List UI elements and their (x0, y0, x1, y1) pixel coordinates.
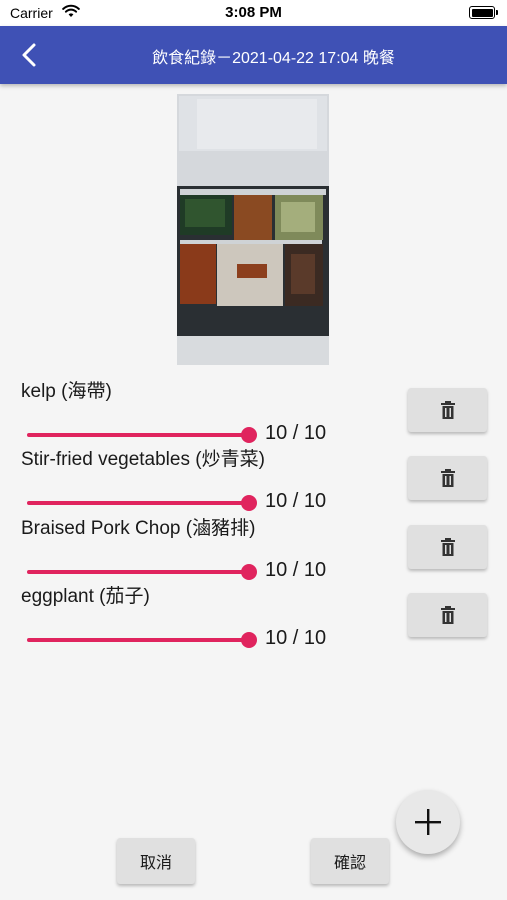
slider-thumb[interactable] (241, 632, 257, 648)
rating-score: 10 / 10 (265, 490, 327, 512)
delete-button[interactable] (408, 525, 487, 569)
slider-track (27, 638, 249, 642)
trash-icon (440, 538, 455, 556)
food-item-braised-pork-chop: Braised Pork Chop (滷豬排) 10 / 10 (0, 513, 507, 581)
page-title: 飲食紀錄－2021-04-22 17:04 晚餐 (152, 50, 395, 67)
cancel-button[interactable]: 取消 (117, 838, 195, 884)
status-time: 3:08 PM (225, 4, 282, 21)
food-name: Stir-fried vegetables (炒青菜) (21, 449, 265, 470)
rating-score: 10 / 10 (265, 422, 327, 444)
trash-icon (440, 606, 455, 624)
battery-icon (469, 6, 498, 19)
delete-button[interactable] (408, 456, 487, 500)
food-name: Braised Pork Chop (滷豬排) (21, 518, 256, 539)
food-item-stir-fried-vegetables: Stir-fried vegetables (炒青菜) 10 / 10 (0, 444, 507, 512)
chevron-left-icon (22, 43, 36, 67)
rating-score: 10 / 10 (265, 627, 327, 649)
app-bar: 飲食紀錄－2021-04-22 17:04 晚餐 (0, 26, 507, 84)
delete-button[interactable] (408, 593, 487, 637)
delete-button[interactable] (408, 388, 487, 432)
status-bar: Carrier 3:08 PM (0, 0, 507, 26)
meal-photo (177, 94, 329, 365)
food-name: kelp (海帶) (21, 381, 112, 402)
slider-thumb[interactable] (241, 564, 257, 580)
rating-score: 10 / 10 (265, 559, 327, 581)
rating-slider[interactable] (27, 425, 257, 445)
slider-thumb[interactable] (241, 495, 257, 511)
food-item-eggplant: eggplant (茄子) 10 / 10 (0, 581, 507, 649)
confirm-button[interactable]: 確認 (311, 838, 389, 884)
rating-slider[interactable] (27, 630, 257, 650)
plus-icon (415, 809, 441, 835)
add-food-button[interactable] (396, 790, 460, 854)
slider-track (27, 570, 249, 574)
slider-track (27, 501, 249, 505)
rating-slider[interactable] (27, 493, 257, 513)
slider-track (27, 433, 249, 437)
food-item-kelp: kelp (海帶) 10 / 10 (0, 376, 507, 444)
slider-thumb[interactable] (241, 427, 257, 443)
trash-icon (440, 401, 455, 419)
trash-icon (440, 469, 455, 487)
rating-slider[interactable] (27, 562, 257, 582)
food-name: eggplant (茄子) (21, 586, 150, 607)
back-button[interactable] (14, 39, 46, 71)
